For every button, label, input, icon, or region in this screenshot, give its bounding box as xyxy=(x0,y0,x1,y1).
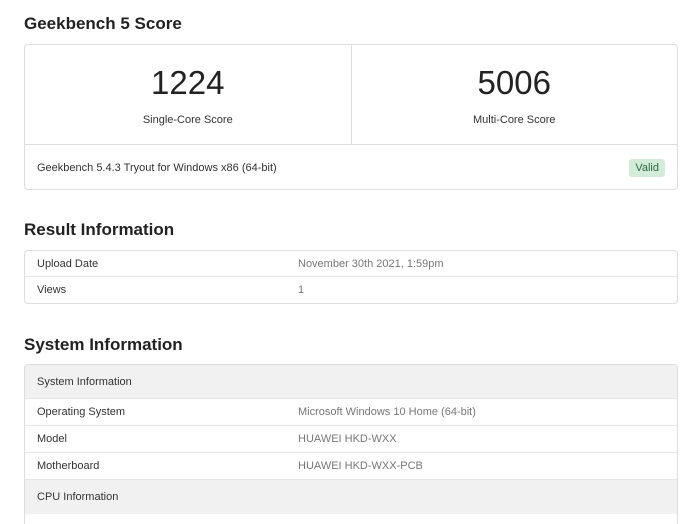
single-core-label: Single-Core Score xyxy=(142,114,233,126)
group-header: CPU Information xyxy=(25,480,677,514)
row-key: Operating System xyxy=(37,406,126,418)
group-header: System Information xyxy=(25,365,677,399)
table-row: Operating System Microsoft Windows 10 Ho… xyxy=(25,399,677,426)
table-row: Upload Date November 30th 2021, 1:59pm xyxy=(25,251,677,277)
system-info-table: System Information Operating System Micr… xyxy=(24,364,678,524)
row-key: Motherboard xyxy=(37,460,100,472)
table-row: Motherboard HUAWEI HKD-WXX-PCB xyxy=(25,453,677,480)
table-row: Model HUAWEI HKD-WXX xyxy=(25,426,677,453)
row-value: HUAWEI HKD-WXX-PCB xyxy=(298,460,423,472)
row-value: Microsoft Windows 10 Home (64-bit) xyxy=(298,406,476,418)
system-section-title: System Information xyxy=(24,335,183,354)
result-section-title: Result Information xyxy=(24,220,175,239)
score-section-title: Geekbench 5 Score xyxy=(24,14,182,33)
status-badge: Valid xyxy=(629,158,665,177)
multi-core-label: Multi-Core Score xyxy=(472,114,556,126)
row-value: 1 xyxy=(298,284,305,296)
row-value: November 30th 2021, 1:59pm xyxy=(298,257,444,270)
single-core-cell: 1224 Single-Core Score xyxy=(25,45,351,144)
row-key: Views xyxy=(37,284,67,296)
score-footer: Geekbench 5.4.3 Tryout for Windows x86 (… xyxy=(25,145,677,189)
multi-core-score: 5006 xyxy=(477,64,551,101)
score-row: 1224 Single-Core Score 5006 Multi-Core S… xyxy=(25,45,677,145)
table-row: Views 1 xyxy=(25,277,677,303)
row-key: Upload Date xyxy=(37,257,99,270)
multi-core-cell: 5006 Multi-Core Score xyxy=(350,45,678,144)
score-card: 1224 Single-Core Score 5006 Multi-Core S… xyxy=(24,44,678,190)
version-text: Geekbench 5.4.3 Tryout for Windows x86 (… xyxy=(37,161,277,174)
single-core-score: 1224 xyxy=(151,64,225,101)
row-value: HUAWEI HKD-WXX xyxy=(298,433,397,445)
result-info-table: Upload Date November 30th 2021, 1:59pm V… xyxy=(24,250,678,304)
row-key: Model xyxy=(37,433,67,445)
